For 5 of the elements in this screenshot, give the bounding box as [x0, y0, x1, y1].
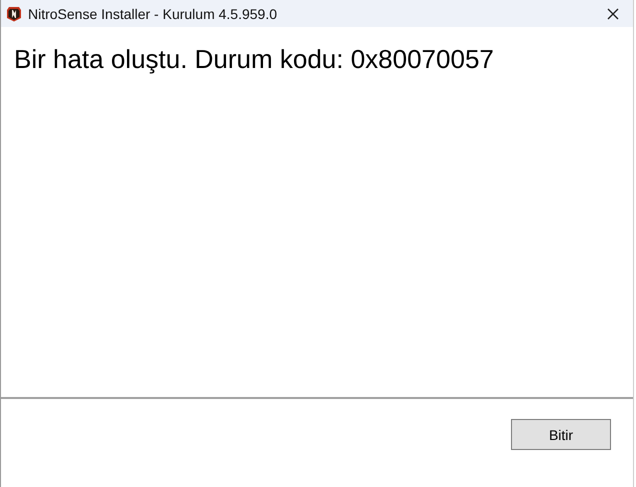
- window-title: NitroSense Installer - Kurulum 4.5.959.0: [28, 6, 278, 22]
- app-icon: [6, 6, 22, 22]
- error-message: Bir hata oluştu. Durum kodu: 0x80070057: [14, 44, 495, 75]
- close-icon[interactable]: [607, 8, 619, 20]
- finish-button[interactable]: Bitir: [511, 419, 611, 450]
